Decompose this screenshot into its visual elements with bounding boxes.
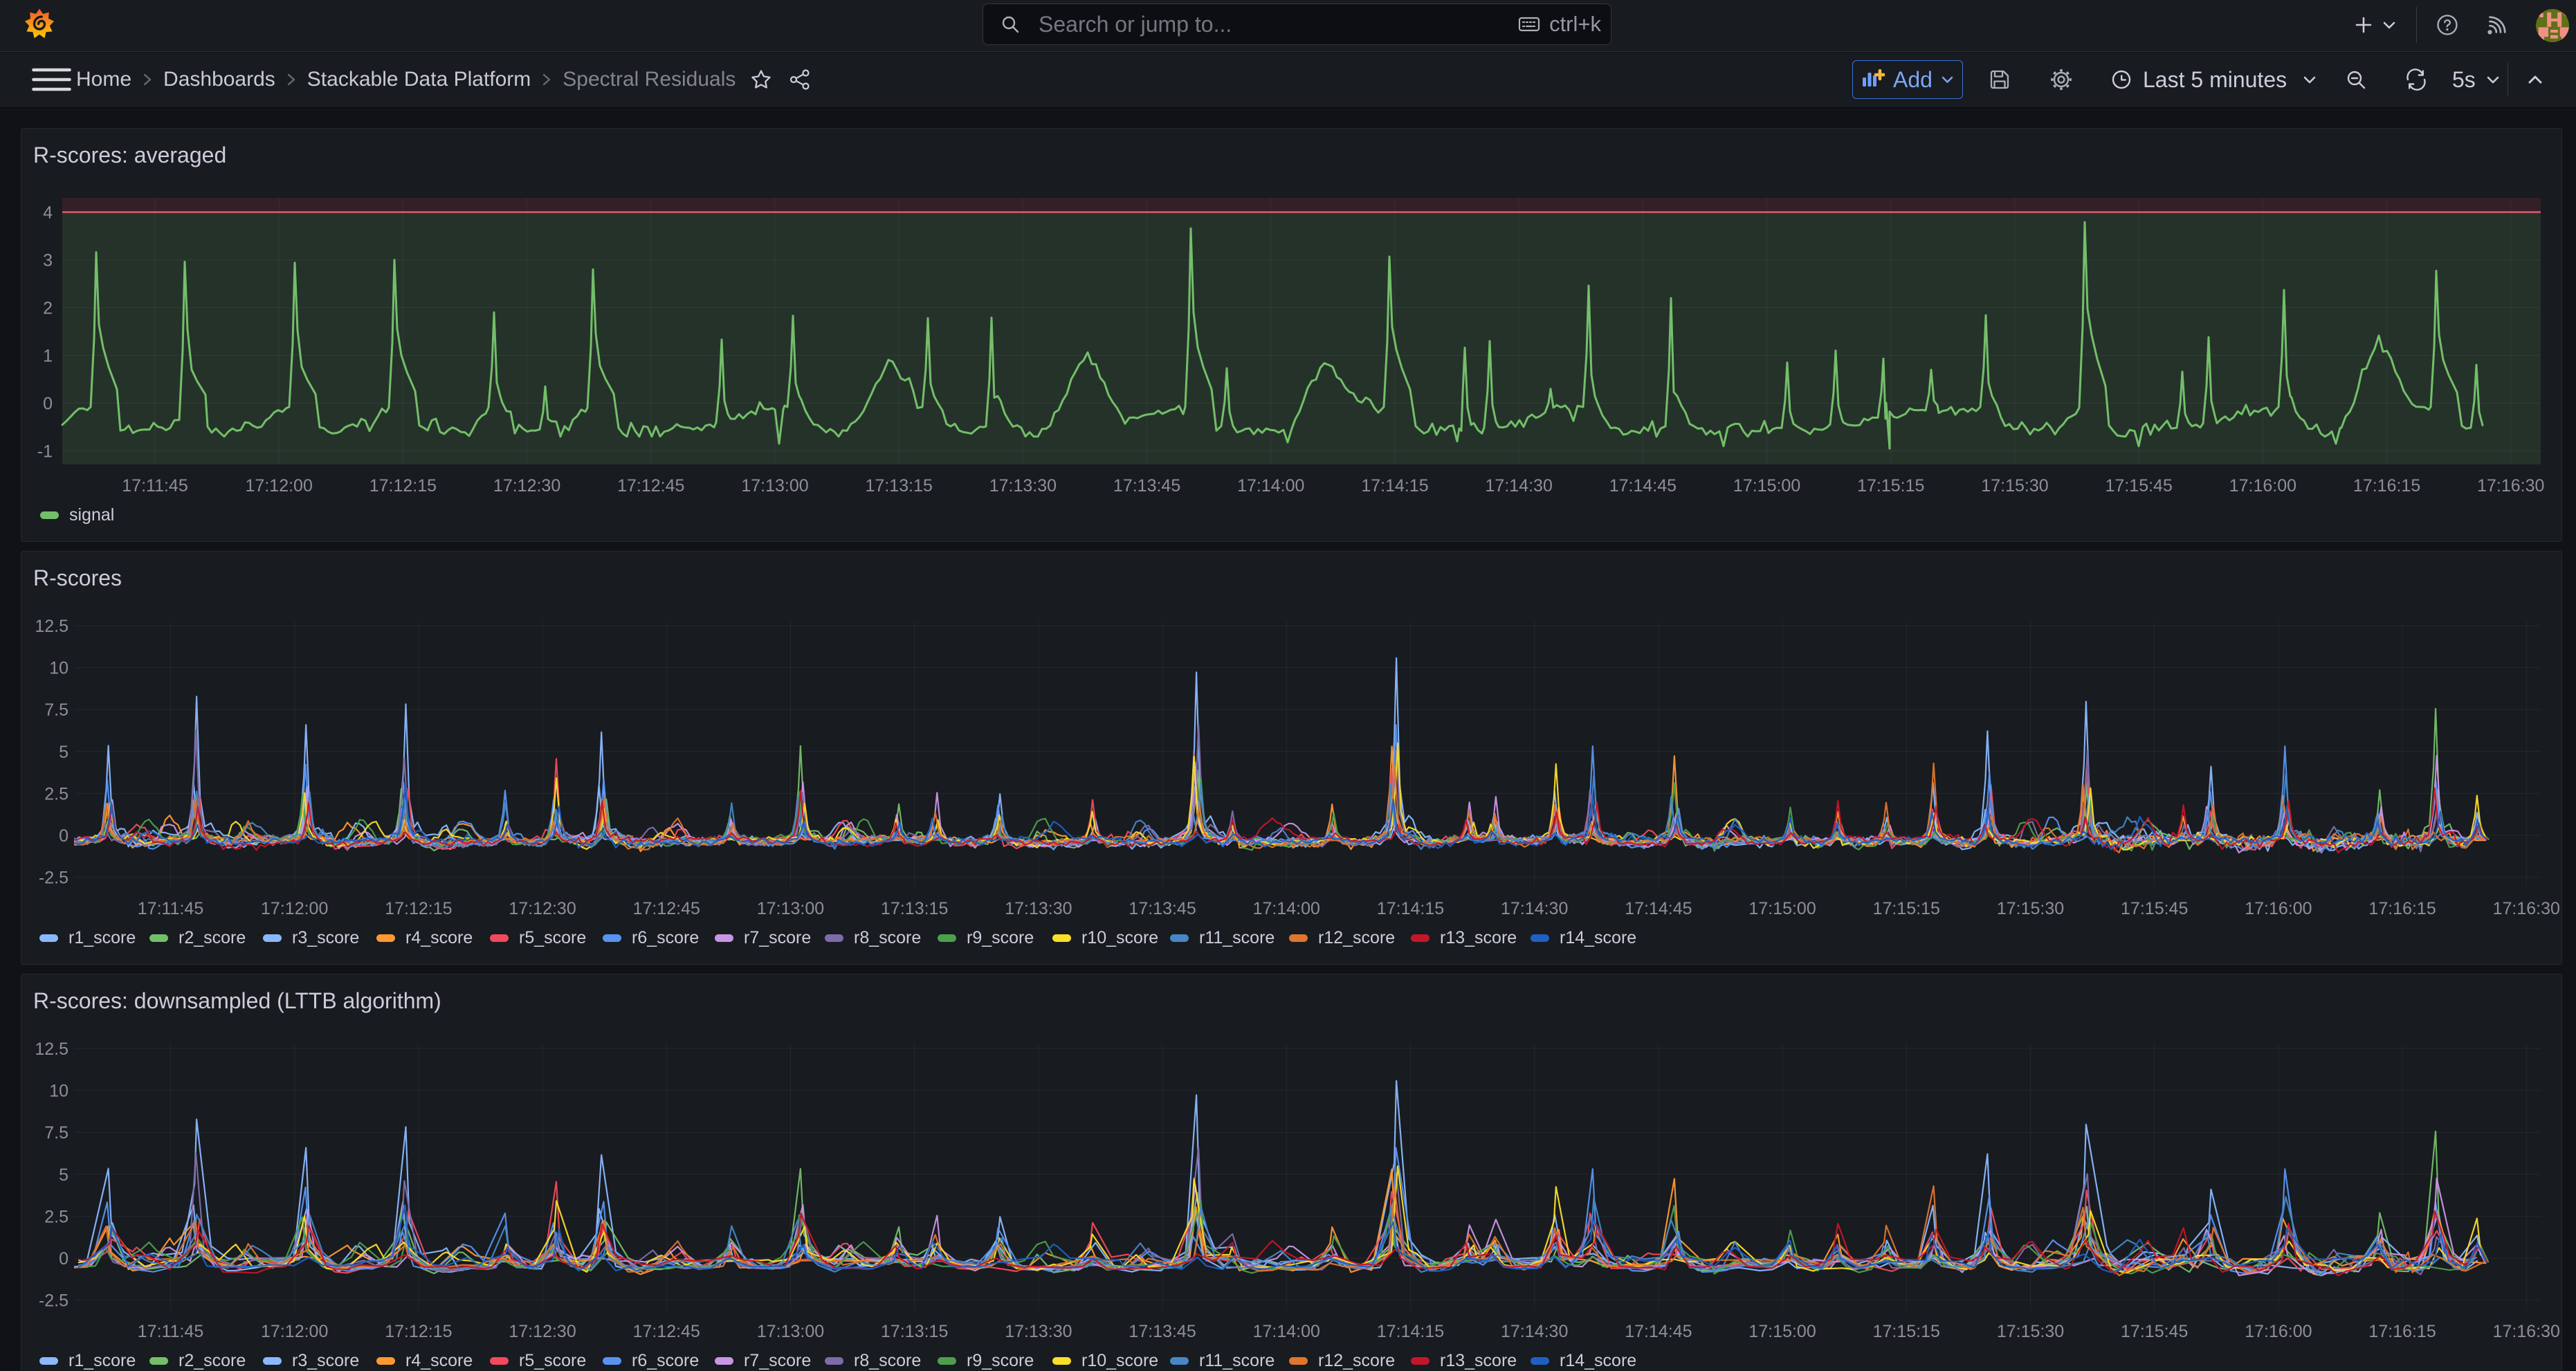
svg-text:17:15:00: 17:15:00 [1748, 899, 1816, 918]
svg-text:-2.5: -2.5 [39, 1291, 68, 1311]
svg-text:17:14:00: 17:14:00 [1253, 1322, 1320, 1341]
svg-text:17:16:15: 17:16:15 [2368, 1322, 2436, 1341]
svg-text:17:14:15: 17:14:15 [1377, 1322, 1444, 1341]
svg-text:17:12:30: 17:12:30 [509, 1322, 576, 1341]
svg-text:17:13:30: 17:13:30 [989, 476, 1057, 496]
svg-text:17:14:45: 17:14:45 [1625, 1322, 1692, 1341]
svg-text:17:13:00: 17:13:00 [757, 1322, 824, 1341]
svg-text:17:12:30: 17:12:30 [493, 476, 560, 496]
svg-text:17:13:15: 17:13:15 [866, 476, 933, 496]
svg-text:17:13:15: 17:13:15 [881, 1322, 948, 1341]
svg-text:17:15:45: 17:15:45 [2121, 1322, 2188, 1341]
svg-text:17:14:30: 17:14:30 [1486, 476, 1553, 496]
svg-text:17:14:00: 17:14:00 [1253, 899, 1320, 918]
svg-text:17:14:30: 17:14:30 [1501, 1322, 1568, 1341]
svg-text:12.5: 12.5 [35, 1039, 68, 1059]
svg-text:12.5: 12.5 [35, 617, 68, 636]
svg-text:3: 3 [43, 251, 53, 271]
svg-text:17:12:00: 17:12:00 [246, 476, 313, 496]
svg-text:17:15:00: 17:15:00 [1748, 1322, 1816, 1341]
svg-text:17:15:15: 17:15:15 [1857, 476, 1924, 496]
svg-text:17:15:45: 17:15:45 [2105, 476, 2173, 496]
svg-text:17:12:45: 17:12:45 [633, 899, 700, 918]
svg-text:17:11:45: 17:11:45 [138, 1322, 203, 1341]
svg-text:17:13:30: 17:13:30 [1005, 1322, 1072, 1341]
svg-text:-1: -1 [37, 442, 53, 462]
svg-text:17:13:45: 17:13:45 [1129, 899, 1196, 918]
svg-text:7.5: 7.5 [44, 700, 68, 720]
svg-text:7.5: 7.5 [44, 1123, 68, 1143]
svg-text:17:15:00: 17:15:00 [1733, 476, 1800, 496]
svg-text:10: 10 [49, 1082, 68, 1101]
svg-text:17:16:00: 17:16:00 [2245, 899, 2312, 918]
svg-text:2.5: 2.5 [44, 784, 68, 803]
svg-text:17:13:45: 17:13:45 [1113, 476, 1180, 496]
svg-text:17:14:45: 17:14:45 [1609, 476, 1677, 496]
svg-text:0: 0 [59, 1249, 68, 1269]
svg-text:2.5: 2.5 [44, 1207, 68, 1226]
svg-text:17:12:30: 17:12:30 [509, 899, 576, 918]
svg-text:17:16:00: 17:16:00 [2229, 476, 2296, 496]
svg-text:17:15:30: 17:15:30 [1997, 1322, 2064, 1341]
svg-text:4: 4 [43, 203, 53, 223]
svg-text:-2.5: -2.5 [39, 869, 68, 888]
svg-text:17:14:45: 17:14:45 [1625, 899, 1692, 918]
svg-text:17:15:15: 17:15:15 [1873, 899, 1940, 918]
svg-text:17:16:30: 17:16:30 [2493, 899, 2560, 918]
svg-text:17:11:45: 17:11:45 [122, 476, 188, 496]
svg-text:17:16:30: 17:16:30 [2477, 476, 2544, 496]
svg-text:17:13:00: 17:13:00 [757, 899, 824, 918]
svg-text:5: 5 [59, 743, 68, 762]
svg-text:17:12:45: 17:12:45 [633, 1322, 700, 1341]
svg-text:17:11:45: 17:11:45 [138, 899, 203, 918]
svg-text:17:15:15: 17:15:15 [1873, 1322, 1940, 1341]
svg-text:10: 10 [49, 659, 68, 678]
svg-text:17:16:15: 17:16:15 [2368, 899, 2436, 918]
svg-text:17:14:30: 17:14:30 [1501, 899, 1568, 918]
svg-text:17:15:45: 17:15:45 [2121, 899, 2188, 918]
svg-text:17:15:30: 17:15:30 [1981, 476, 2048, 496]
svg-text:17:16:00: 17:16:00 [2245, 1322, 2312, 1341]
svg-text:17:12:15: 17:12:15 [369, 476, 437, 496]
svg-text:17:15:30: 17:15:30 [1997, 899, 2064, 918]
svg-text:17:14:00: 17:14:00 [1237, 476, 1304, 496]
svg-text:17:12:15: 17:12:15 [385, 899, 452, 918]
svg-text:17:12:15: 17:12:15 [385, 1322, 452, 1341]
svg-text:17:13:30: 17:13:30 [1005, 899, 1072, 918]
svg-text:0: 0 [43, 394, 53, 414]
svg-text:17:14:15: 17:14:15 [1377, 899, 1444, 918]
svg-text:17:14:15: 17:14:15 [1361, 476, 1428, 496]
svg-text:17:16:15: 17:16:15 [2353, 476, 2420, 496]
svg-text:17:12:45: 17:12:45 [617, 476, 684, 496]
svg-text:17:13:00: 17:13:00 [741, 476, 808, 496]
svg-text:0: 0 [59, 826, 68, 846]
svg-text:1: 1 [43, 347, 53, 366]
svg-text:17:12:00: 17:12:00 [261, 899, 328, 918]
svg-text:17:12:00: 17:12:00 [261, 1322, 328, 1341]
svg-text:2: 2 [43, 299, 53, 318]
svg-text:5: 5 [59, 1165, 68, 1185]
svg-text:17:13:45: 17:13:45 [1129, 1322, 1196, 1341]
svg-text:17:13:15: 17:13:15 [881, 899, 948, 918]
svg-text:17:16:30: 17:16:30 [2493, 1322, 2560, 1341]
